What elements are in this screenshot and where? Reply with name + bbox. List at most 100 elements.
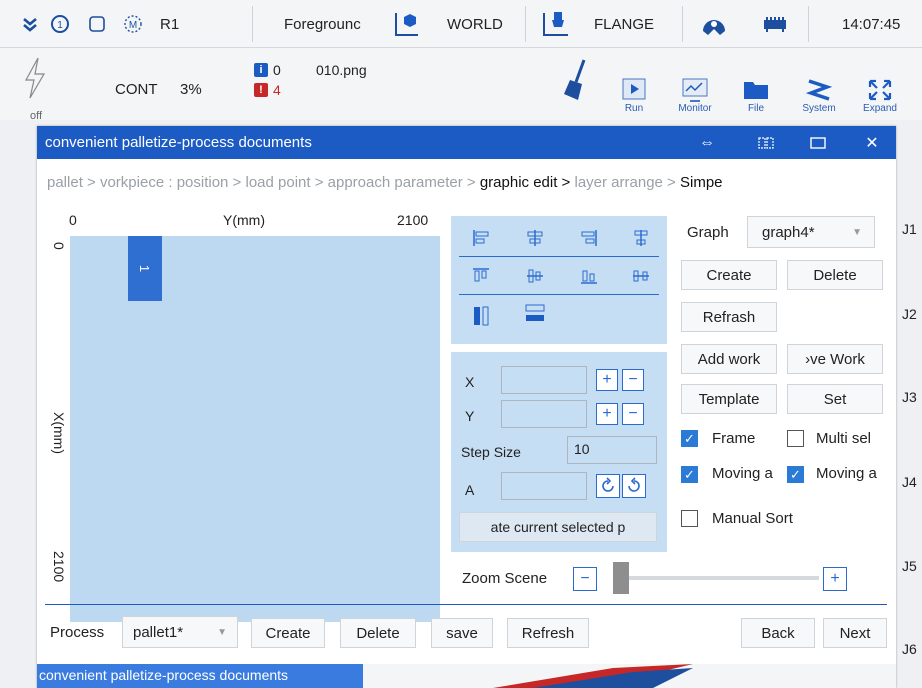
workpiece-block[interactable]: 1 — [128, 236, 162, 301]
taskbar-item[interactable]: convenient palletize-process documents — [37, 664, 363, 688]
crumb-position[interactable]: position > — [177, 174, 242, 191]
update-selected-button[interactable]: ate current selected p — [459, 512, 657, 542]
zoom-out-button[interactable]: − — [573, 567, 597, 591]
y-input[interactable] — [501, 400, 587, 428]
zoom-slider[interactable] — [613, 562, 819, 594]
coordinate-system[interactable]: WORLD — [447, 0, 503, 48]
align-panel — [451, 216, 667, 344]
manual-sort-checkbox[interactable] — [681, 510, 698, 527]
align-top-icon[interactable] — [467, 264, 495, 288]
back-button[interactable]: Back — [741, 618, 815, 648]
manual-mode-icon[interactable]: M — [122, 0, 144, 48]
run-tool-button[interactable]: Run — [606, 54, 662, 114]
dialog-title: convenient palletize-process documents — [45, 134, 312, 151]
graph-delete-button[interactable]: Delete — [787, 260, 883, 290]
process-create-button[interactable]: Create — [251, 618, 325, 648]
align-right-icon[interactable] — [575, 226, 603, 250]
run-mode[interactable]: CONT — [115, 81, 158, 98]
crumb-load-point[interactable]: load point > — [246, 174, 324, 191]
process-select-value: pallet1* — [133, 623, 184, 641]
y-minus-button[interactable]: − — [622, 403, 644, 425]
folder-icon — [744, 82, 768, 99]
process-label: Process — [50, 624, 105, 641]
moving-axis-checkbox-2[interactable]: ✓ — [787, 466, 804, 483]
zoom-in-button[interactable]: + — [823, 567, 847, 591]
align-bottom-icon[interactable] — [575, 264, 603, 288]
status-bar: 1 M R1 Foregrounc WORLD FLANGE 14:07:45 — [0, 0, 922, 48]
x-plus-button[interactable]: + — [596, 369, 618, 391]
y-plus-button[interactable]: + — [596, 403, 618, 425]
x-minus-button[interactable]: − — [622, 369, 644, 391]
tool-icon[interactable] — [540, 0, 572, 48]
crumb-workpiece[interactable]: vorkpiece : — [100, 174, 173, 191]
expand-tool-button[interactable]: Expand — [852, 54, 908, 114]
save-button[interactable]: save — [431, 618, 493, 648]
breadcrumb: pallet > vorkpiece : position > load poi… — [47, 174, 896, 191]
crumb-layer-arrange[interactable]: layer arrange > — [575, 174, 676, 191]
align-left-icon[interactable] — [467, 226, 495, 250]
alarm-icon: ! — [254, 83, 268, 97]
tool-frame[interactable]: FLANGE — [594, 0, 654, 48]
monitor-tool-button[interactable]: Monitor — [667, 54, 723, 114]
process-select[interactable]: pallet1* ▼ — [122, 616, 238, 648]
set-button[interactable]: Set — [787, 384, 883, 414]
same-width-icon[interactable] — [467, 304, 495, 328]
remove-work-button[interactable]: ›ve Work — [787, 344, 883, 374]
frame-checkbox[interactable]: ✓ — [681, 430, 698, 447]
speed-percent[interactable]: 3% — [180, 81, 202, 98]
program-mode[interactable]: Foregrounc — [284, 0, 364, 48]
power-state: off — [30, 110, 43, 122]
speed-gauge-icon[interactable] — [700, 0, 728, 48]
graph-select[interactable]: graph4* ▼ — [747, 216, 875, 248]
power-icon[interactable] — [22, 56, 48, 105]
rotate-cw-icon[interactable] — [596, 474, 620, 498]
multi-select-label: Multi sel — [816, 430, 872, 447]
robot-state-icon[interactable]: 1 — [50, 0, 70, 48]
maximize-icon[interactable] — [798, 126, 838, 159]
multi-select-checkbox[interactable] — [787, 430, 804, 447]
distribute-v-icon[interactable] — [627, 264, 655, 288]
same-height-icon[interactable] — [521, 302, 549, 326]
crumb-pallet[interactable]: pallet > — [47, 174, 96, 191]
x-input[interactable] — [501, 366, 587, 394]
broom-icon[interactable] — [562, 58, 590, 107]
graph-create-button[interactable]: Create — [681, 260, 777, 290]
divider — [45, 604, 887, 605]
zoom-slider-thumb[interactable] — [613, 562, 629, 594]
pallet-canvas[interactable]: 1 — [70, 236, 440, 622]
io-board-icon[interactable] — [762, 0, 788, 48]
graph-refresh-button[interactable]: Refrash — [681, 302, 777, 332]
crumb-simple[interactable]: Simpe — [680, 174, 723, 191]
moving-axis-label-2: Moving a — [816, 465, 877, 482]
x-label: X — [465, 374, 475, 390]
process-refresh-button[interactable]: Refresh — [507, 618, 589, 648]
coordinate-icon[interactable] — [392, 0, 422, 48]
split-window-icon[interactable] — [746, 126, 786, 159]
rotate-ccw-icon[interactable] — [622, 474, 646, 498]
template-button[interactable]: Template — [681, 384, 777, 414]
a-input[interactable] — [501, 472, 587, 500]
next-button[interactable]: Next — [823, 618, 887, 648]
info-icon: i — [254, 63, 268, 77]
close-icon[interactable]: ✕ — [852, 126, 892, 159]
swap-icon[interactable]: ⇔ — [687, 126, 727, 159]
align-center-v-icon[interactable] — [521, 264, 549, 288]
y-max-label: 2100 — [51, 551, 67, 583]
process-delete-button[interactable]: Delete — [340, 618, 416, 648]
a-label: A — [465, 482, 475, 498]
step-size-input[interactable]: 10 — [567, 436, 657, 464]
align-center-h-icon[interactable] — [521, 226, 549, 250]
moving-axis-checkbox-1[interactable]: ✓ — [681, 466, 698, 483]
chevron-down-icon: ▼ — [852, 227, 862, 238]
crumb-graphic-edit[interactable]: graphic edit > — [480, 174, 570, 191]
joint-label: J3 — [902, 389, 917, 405]
file-tool-button[interactable]: File — [728, 54, 784, 114]
robot-name[interactable]: R1 — [160, 0, 179, 48]
expand-icon — [868, 79, 892, 101]
square-icon[interactable] — [88, 0, 106, 48]
collapse-chevron-icon[interactable] — [22, 0, 38, 48]
distribute-h-icon[interactable] — [627, 226, 655, 250]
add-work-button[interactable]: Add work — [681, 344, 777, 374]
crumb-approach-parameter[interactable]: approach parameter > — [328, 174, 476, 191]
system-tool-button[interactable]: System — [791, 54, 847, 114]
